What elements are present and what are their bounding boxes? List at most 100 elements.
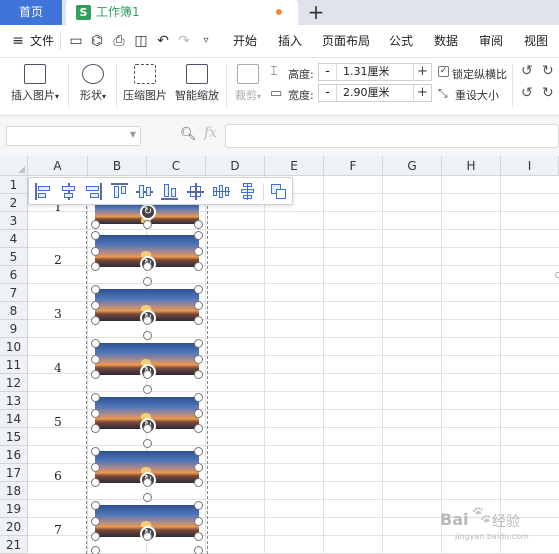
- flip-vertical-icon[interactable]: ↺: [521, 85, 533, 101]
- menu-view[interactable]: 视图: [524, 25, 548, 58]
- row-header[interactable]: 13: [0, 392, 28, 410]
- height-field[interactable]: - 1.31厘米 +: [318, 63, 432, 81]
- row-header[interactable]: 7: [0, 284, 28, 302]
- resize-handle[interactable]: [194, 285, 203, 294]
- select-all-corner[interactable]: [0, 156, 28, 176]
- quick-access-dropdown-icon[interactable]: ▿: [198, 33, 214, 49]
- column-header-h[interactable]: H: [442, 156, 501, 176]
- save-icon[interactable]: ▭: [68, 33, 84, 49]
- resize-handle[interactable]: [91, 339, 100, 348]
- row-header[interactable]: 17: [0, 464, 28, 482]
- resize-handle[interactable]: [91, 424, 100, 433]
- resize-handle[interactable]: [91, 220, 100, 229]
- menu-data[interactable]: 数据: [434, 25, 458, 58]
- smart-zoom-button[interactable]: 智能缩放: [172, 64, 222, 103]
- resize-handle[interactable]: [194, 355, 203, 364]
- row-header[interactable]: 18: [0, 482, 28, 500]
- row-header[interactable]: 12: [0, 374, 28, 392]
- row-header[interactable]: 20: [0, 518, 28, 536]
- resize-handle[interactable]: [143, 532, 152, 541]
- column-header-f[interactable]: F: [324, 156, 383, 176]
- name-box-dropdown-icon[interactable]: ▼: [130, 130, 136, 139]
- row-header[interactable]: 2: [0, 194, 28, 212]
- resize-handle[interactable]: [91, 546, 100, 554]
- crop-button[interactable]: 裁剪▾: [232, 64, 264, 103]
- resize-handle[interactable]: [91, 532, 100, 541]
- resize-handle[interactable]: [91, 247, 100, 256]
- row-header[interactable]: 6: [0, 266, 28, 284]
- resize-handle[interactable]: [194, 501, 203, 510]
- resize-handle[interactable]: [91, 463, 100, 472]
- row-header[interactable]: 9: [0, 320, 28, 338]
- column-header-b[interactable]: B: [88, 156, 147, 176]
- resize-handle[interactable]: [194, 247, 203, 256]
- resize-handle[interactable]: [91, 262, 100, 271]
- resize-handle[interactable]: [194, 316, 203, 325]
- resize-handle[interactable]: [91, 285, 100, 294]
- lock-ratio-checkbox[interactable]: ✓: [438, 66, 449, 77]
- width-decrease-button[interactable]: -: [319, 85, 337, 101]
- resize-handle[interactable]: [194, 424, 203, 433]
- align-top-icon[interactable]: [111, 183, 128, 200]
- row-header[interactable]: 1: [0, 176, 28, 194]
- distribute-horizontal-icon[interactable]: [213, 183, 230, 200]
- height-decrease-button[interactable]: -: [319, 64, 337, 80]
- align-center-icon[interactable]: [60, 183, 77, 200]
- resize-handle[interactable]: [91, 478, 100, 487]
- tab-workbook[interactable]: S 工作簿1: [66, 0, 298, 25]
- resize-handle[interactable]: [91, 517, 100, 526]
- resize-handle[interactable]: [194, 370, 203, 379]
- row-header[interactable]: 8: [0, 302, 28, 320]
- reset-size-button[interactable]: 重设大小: [455, 87, 499, 103]
- resize-handle[interactable]: [143, 262, 152, 271]
- tab-home[interactable]: 首页: [0, 0, 62, 25]
- row-header[interactable]: 15: [0, 428, 28, 446]
- resize-handle[interactable]: [91, 231, 100, 240]
- shape-button[interactable]: 形状▾: [74, 64, 112, 103]
- resize-handle[interactable]: [143, 316, 152, 325]
- menu-formulas[interactable]: 公式: [389, 25, 413, 58]
- side-handle[interactable]: [555, 272, 559, 278]
- cell-value[interactable]: 7: [29, 523, 87, 537]
- resize-handle[interactable]: [194, 447, 203, 456]
- insert-picture-button[interactable]: 插入图片▾: [7, 64, 63, 103]
- width-field[interactable]: - 2.90厘米 +: [318, 84, 432, 102]
- resize-handle[interactable]: [194, 262, 203, 271]
- rotate-left-icon[interactable]: ↺: [521, 63, 533, 79]
- flip-horizontal-icon[interactable]: ↻: [542, 85, 554, 101]
- resize-handle[interactable]: [91, 501, 100, 510]
- resize-handle[interactable]: [194, 478, 203, 487]
- print-icon[interactable]: ⎙: [111, 33, 127, 49]
- zoom-search-icon[interactable]: 🔍︎: [180, 127, 197, 142]
- resize-handle[interactable]: [143, 439, 152, 448]
- menu-page-layout[interactable]: 页面布局: [322, 25, 370, 58]
- formula-input[interactable]: [225, 124, 559, 148]
- row-header[interactable]: 19: [0, 500, 28, 518]
- print-preview-icon[interactable]: ◫: [133, 33, 149, 49]
- resize-handle[interactable]: [194, 546, 203, 554]
- name-box[interactable]: ▼: [6, 126, 141, 146]
- rotate-right-icon[interactable]: ↻: [542, 63, 554, 79]
- resize-handle[interactable]: [194, 393, 203, 402]
- resize-handle[interactable]: [143, 424, 152, 433]
- width-increase-button[interactable]: +: [413, 85, 431, 101]
- resize-handle[interactable]: [143, 478, 152, 487]
- row-header[interactable]: 5: [0, 248, 28, 266]
- resize-handle[interactable]: [194, 517, 203, 526]
- row-header[interactable]: 21: [0, 536, 28, 554]
- fx-icon[interactable]: fx: [204, 125, 217, 141]
- resize-handle[interactable]: [91, 355, 100, 364]
- resize-handle[interactable]: [194, 231, 203, 240]
- row-header[interactable]: 16: [0, 446, 28, 464]
- cell-value[interactable]: 2: [29, 253, 87, 267]
- align-center-both-icon[interactable]: [187, 183, 204, 200]
- resize-handle[interactable]: [194, 409, 203, 418]
- align-left-icon[interactable]: [35, 183, 52, 200]
- resize-handle[interactable]: [143, 385, 152, 394]
- column-header-i[interactable]: I: [501, 156, 559, 176]
- row-header[interactable]: 4: [0, 230, 28, 248]
- column-header-d[interactable]: D: [206, 156, 265, 176]
- column-header-a[interactable]: A: [28, 156, 88, 176]
- cell-value[interactable]: 3: [29, 307, 87, 321]
- row-header[interactable]: 3: [0, 212, 28, 230]
